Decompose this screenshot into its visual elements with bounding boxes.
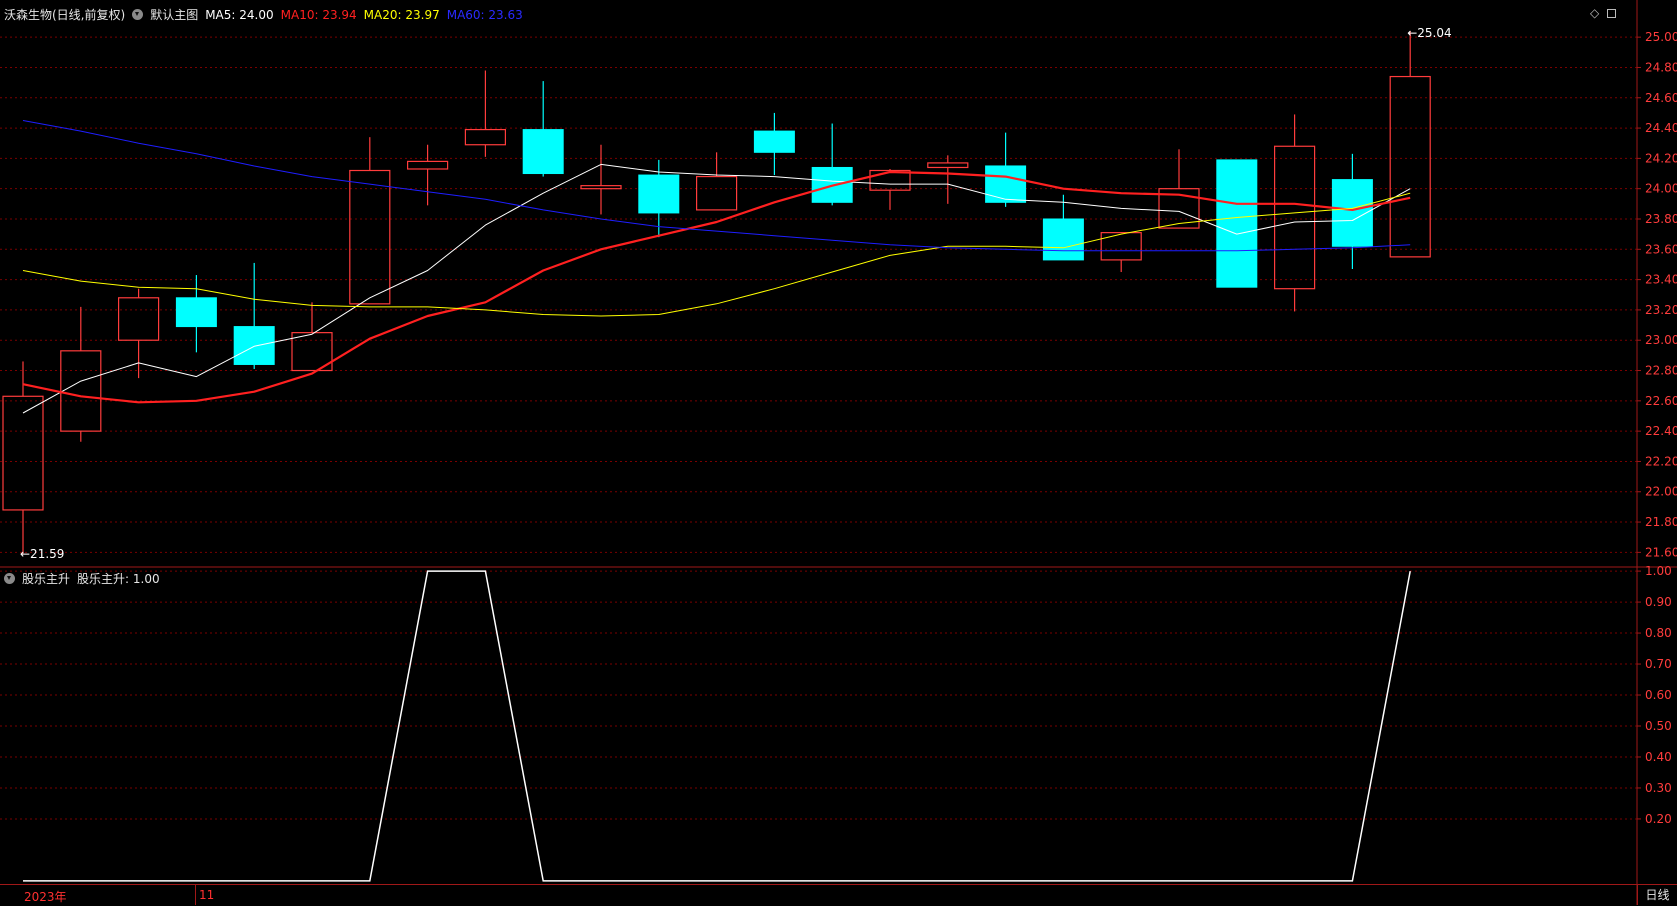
price-tick-label: 22.80	[1645, 364, 1677, 378]
candle-body	[60, 350, 102, 432]
candle-body	[1389, 75, 1431, 258]
candle-body	[233, 326, 275, 365]
indicator-tick-label: 0.50	[1645, 719, 1672, 733]
template-label[interactable]: 默认主图	[150, 6, 198, 23]
price-axis-layer: 25.00 24.80 24.60 24.40 24.20 24.00 23.80 23.60…	[0, 0, 1677, 905]
ma5-label: MA5: 24.00	[205, 7, 274, 22]
indicator-tick-label: 0.60	[1645, 688, 1672, 702]
candle-body	[175, 297, 217, 328]
chart-canvas[interactable]: 25.00 24.80 24.60 24.40 24.20 24.00 23.80 23.60…	[0, 0, 1677, 905]
dropdown-icon[interactable]	[132, 9, 144, 20]
price-tick-label: 24.20	[1645, 151, 1677, 165]
candle-body	[580, 185, 622, 190]
indicator-tick-label: 0.80	[1645, 626, 1672, 640]
month-tick	[195, 884, 196, 905]
candle-up	[60, 306, 102, 442]
candle-body	[522, 129, 564, 175]
candle-up	[1158, 149, 1200, 229]
year-label: 2023年	[24, 890, 67, 904]
candle-down	[1331, 153, 1373, 269]
candle-up	[695, 152, 738, 211]
ma60-label: MA60: 23.63	[446, 7, 523, 22]
high-price-annotation: ←25.04	[1407, 26, 1451, 40]
candle-body	[2, 395, 44, 511]
indicator-value: 股乐主升: 1.00	[77, 572, 160, 586]
candle-down	[175, 275, 217, 353]
candle-up	[407, 144, 449, 206]
price-tick-label: 23.40	[1645, 273, 1677, 287]
time-axis-bar	[0, 884, 1637, 906]
candle-body	[407, 160, 449, 170]
candle-up	[464, 70, 506, 157]
candle-body	[695, 175, 738, 211]
price-tick-label: 23.80	[1645, 212, 1677, 226]
price-tick-label: 21.60	[1645, 545, 1677, 559]
price-tick-label: 22.40	[1645, 424, 1677, 438]
candle-up	[1389, 31, 1431, 258]
candle-down	[811, 123, 853, 206]
ma-line-ma60	[22, 120, 1411, 252]
annotation-layer: ←25.04 ←21.59	[20, 26, 1452, 561]
price-tick-label: 24.60	[1645, 91, 1677, 105]
ma-line-ma5	[22, 163, 1411, 414]
candle-body	[1216, 159, 1258, 288]
candle-body	[464, 128, 506, 146]
period-label[interactable]: 日线	[1637, 884, 1677, 905]
price-tick-label: 24.00	[1645, 182, 1677, 196]
indicator-tick-label: 0.70	[1645, 657, 1672, 671]
candle-body	[638, 174, 680, 214]
indicator-dropdown-icon[interactable]	[4, 573, 15, 584]
low-price-annotation: ←21.59	[20, 547, 64, 561]
indicator-tick-label: 0.40	[1645, 750, 1672, 764]
candle-down	[753, 112, 795, 176]
indicator-tick-label: 0.20	[1645, 812, 1672, 826]
indicator-tick-label: 0.30	[1645, 781, 1672, 795]
candle-up	[580, 144, 622, 215]
candle-body	[117, 297, 160, 341]
candle-up	[2, 361, 44, 554]
ma-line-ma20	[22, 192, 1411, 317]
candle-down	[522, 81, 564, 177]
price-tick-label: 23.20	[1645, 303, 1677, 317]
ma10-label: MA10: 23.94	[280, 7, 357, 22]
indicator-tick-label: 1.00	[1645, 564, 1672, 578]
ma20-label: MA20: 23.97	[363, 7, 440, 22]
price-tick-label: 22.60	[1645, 394, 1677, 408]
main-chart-header: 沃森生物(日线,前复权) 默认主图 MA5: 24.00 MA10: 23.94…	[4, 6, 530, 23]
candle-body	[1100, 232, 1142, 261]
price-tick-label: 24.80	[1645, 60, 1677, 74]
diamond-icon[interactable]: ◇	[1590, 6, 1599, 20]
price-tick-label: 25.00	[1645, 30, 1677, 44]
candle-down	[1216, 159, 1258, 288]
price-tick-label: 22.20	[1645, 454, 1677, 468]
candle-body	[985, 165, 1027, 203]
price-tick-label: 21.80	[1645, 515, 1677, 529]
restore-icon[interactable]	[1607, 9, 1616, 18]
candle-body	[349, 169, 391, 305]
candle-body	[1042, 218, 1084, 261]
candle-body	[1273, 145, 1316, 290]
grid-layer	[0, 36, 1637, 820]
candle-down	[638, 159, 680, 238]
price-tick-label: 24.40	[1645, 121, 1677, 135]
candle-body	[753, 130, 795, 153]
indicator-name[interactable]: 股乐主升	[22, 570, 70, 587]
candle-up	[1100, 232, 1142, 273]
stock-title[interactable]: 沃森生物(日线,前复权)	[4, 6, 125, 23]
price-tick-label: 23.00	[1645, 333, 1677, 347]
stock-chart-window: 25.00 24.80 24.60 24.40 24.20 24.00 23.80 23.60…	[0, 0, 1677, 905]
month-label: 11	[199, 888, 215, 902]
price-tick-label: 23.60	[1645, 242, 1677, 256]
indicator-tick-label: 0.90	[1645, 595, 1672, 609]
candle-up	[349, 137, 391, 305]
ma-line-ma10	[22, 170, 1411, 404]
candle-up	[927, 155, 969, 204]
candle-body	[927, 162, 969, 169]
candle-up	[291, 302, 333, 372]
candle-up	[117, 288, 160, 379]
indicator-header: 股乐主升 股乐主升: 1.00	[4, 570, 167, 587]
price-tick-label: 22.00	[1645, 485, 1677, 499]
